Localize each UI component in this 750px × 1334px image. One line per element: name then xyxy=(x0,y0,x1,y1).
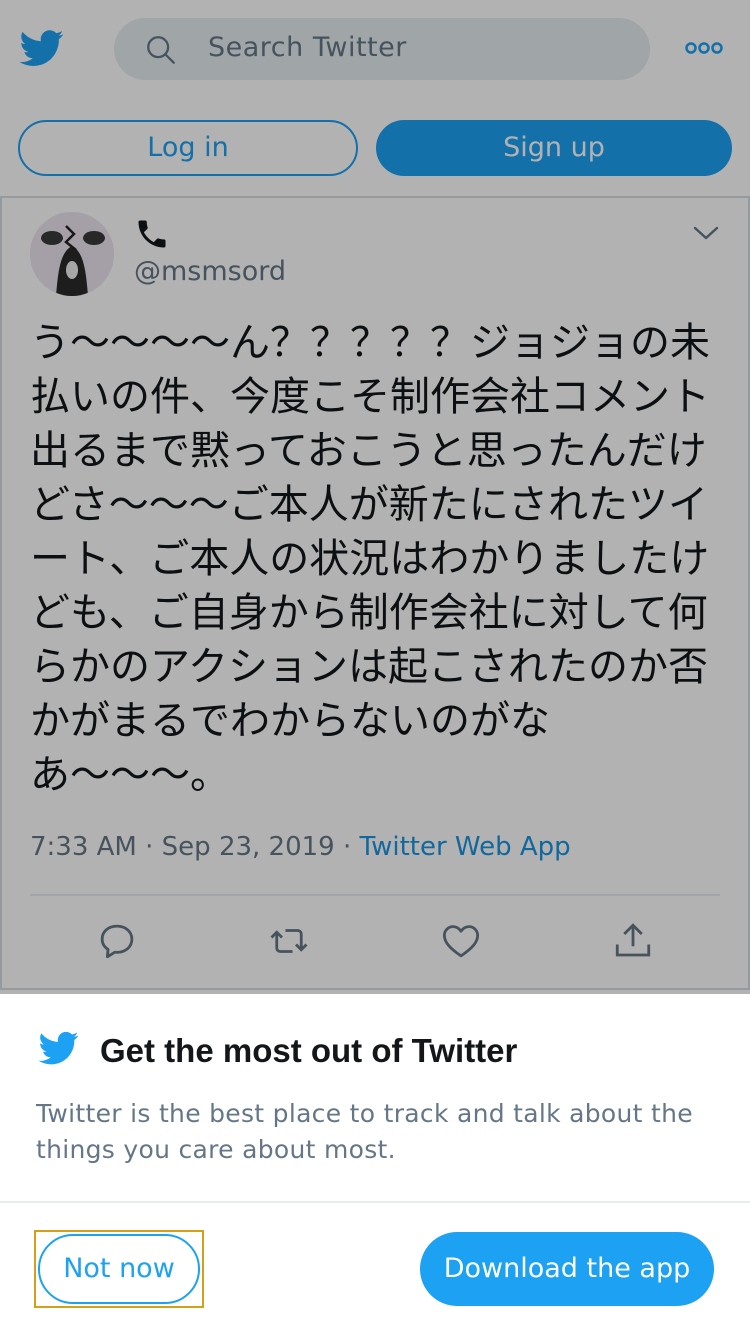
not-now-button[interactable]: Not now xyxy=(38,1234,200,1304)
modal-backdrop[interactable] xyxy=(0,0,750,994)
sheet-title: Get the most out of Twitter xyxy=(100,1032,518,1069)
app-promo-sheet: Get the most out of Twitter Twitter is t… xyxy=(0,994,750,1334)
twitter-bird-icon xyxy=(38,1031,79,1065)
download-app-button[interactable]: Download the app xyxy=(420,1232,714,1306)
sheet-body: Twitter is the best place to track and t… xyxy=(36,1099,693,1164)
divider xyxy=(0,1201,750,1203)
